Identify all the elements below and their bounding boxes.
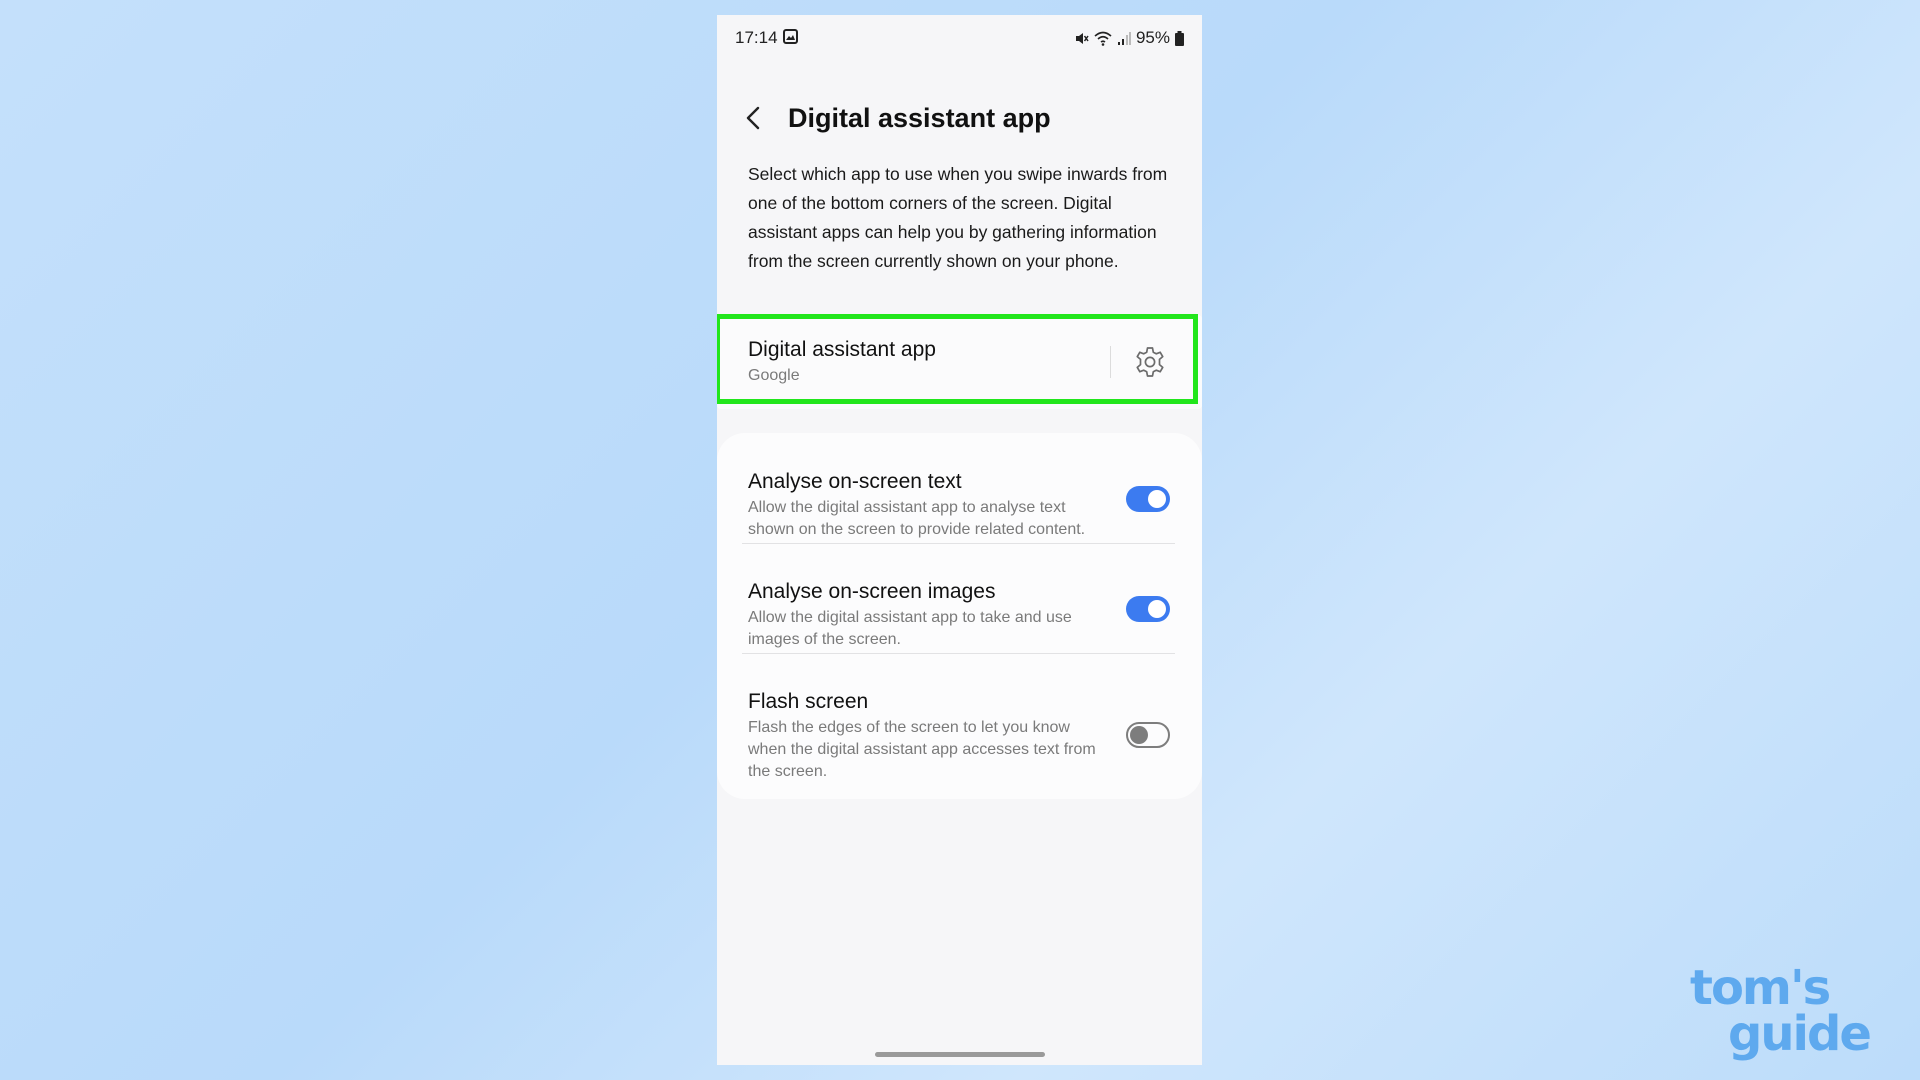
toggle-description: Allow the digital assistant app to analy… [748,499,1086,538]
toggle-description: Flash the edges of the screen to let you… [748,719,1096,780]
toggle-row-flash-screen[interactable]: Flash screen Flash the edges of the scre… [717,653,1202,799]
home-indicator[interactable] [875,1052,1045,1057]
switch-knob [1130,726,1148,744]
switch-knob [1148,490,1166,508]
flash-screen-switch[interactable] [1126,722,1170,748]
mute-icon [1075,32,1089,44]
battery-percent: 95% [1135,28,1170,47]
page-title: Digital assistant app [788,103,1051,133]
digital-assistant-app-value: Google [748,367,800,384]
toggle-row-analyse-images[interactable]: Analyse on-screen images Allow the digit… [717,543,1202,653]
signal-icon [1117,31,1131,45]
wifi-icon [1094,31,1112,46]
status-time: 17:14 [735,28,778,47]
toggle-title: Flash screen [748,690,869,713]
toggle-row-analyse-text[interactable]: Analyse on-screen text Allow the digital… [717,433,1202,543]
back-arrow-icon[interactable] [743,105,765,131]
digital-assistant-app-title: Digital assistant app [748,338,936,361]
toms-guide-logo: tom's guide [1690,964,1885,1062]
vertical-divider [1110,346,1111,378]
analyse-images-switch[interactable] [1126,596,1170,622]
status-bar: 17:14 95% [717,15,1202,59]
image-icon [783,29,798,44]
toggle-description: Allow the digital assistant app to take … [748,609,1072,648]
analyse-text-switch[interactable] [1126,486,1170,512]
header: Digital assistant app [717,93,1202,143]
digital-assistant-app-setting[interactable] [717,315,1202,409]
battery-icon [1175,30,1184,46]
description-text: Select which app to use when you swipe i… [748,164,1168,271]
toggle-title: Analyse on-screen text [748,470,962,493]
gear-icon[interactable] [1133,345,1167,379]
logo-line-2: guide [1728,1006,1872,1062]
status-icons: 95% [1074,28,1184,48]
switch-knob [1148,600,1166,618]
toggle-title: Analyse on-screen images [748,580,996,603]
phone-screen: 17:14 95% Digital assistant app Select w… [717,15,1202,1065]
